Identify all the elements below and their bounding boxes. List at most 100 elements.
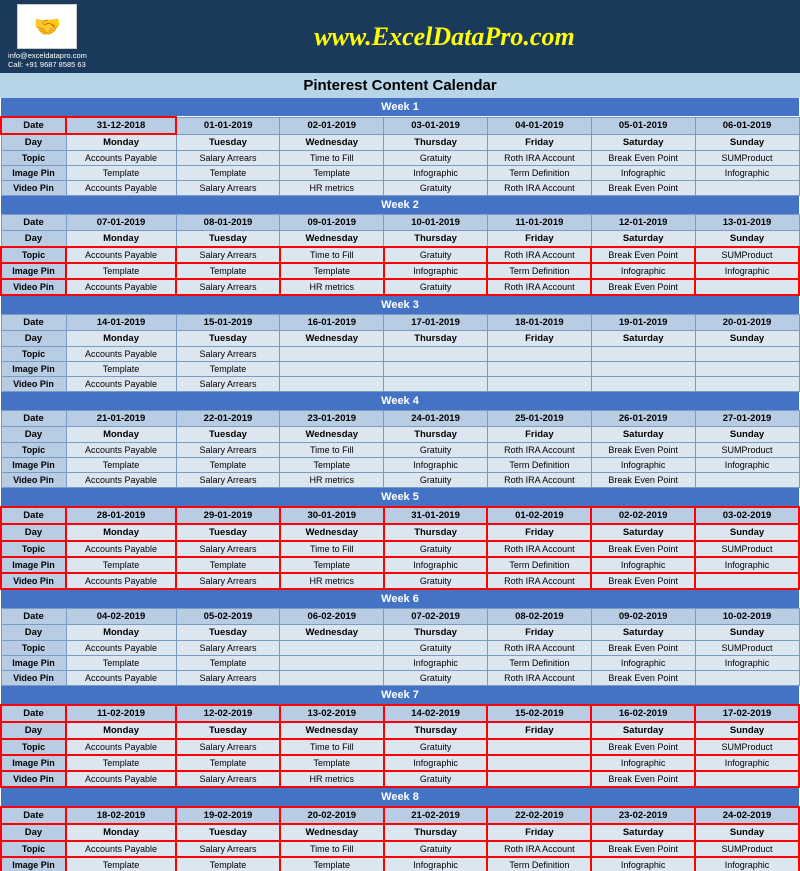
day-label: Day	[1, 331, 66, 347]
image-label: Image Pin	[1, 755, 66, 771]
video-cell: Break Even Point	[591, 473, 695, 488]
day-cell: Tuesday	[176, 625, 280, 641]
image-label: Image Pin	[1, 263, 66, 279]
site-url-link[interactable]: www.ExcelDataPro.com	[314, 22, 574, 51]
topic-cell: Time to Fill	[280, 739, 384, 755]
date-cell: 02-02-2019	[591, 507, 695, 524]
image-cell	[695, 362, 799, 377]
image-cell: Template	[66, 458, 176, 473]
topic-cell: SUMProduct	[695, 247, 799, 263]
image-cell: Template	[280, 458, 384, 473]
image-cell: Term Definition	[487, 263, 591, 279]
video-cell: HR metrics	[280, 473, 384, 488]
topic-label: Topic	[1, 641, 66, 656]
video-cell: Salary Arrears	[176, 771, 280, 787]
topic-cell: Break Even Point	[591, 151, 695, 166]
day-row: DayMondayTuesdayWednesdayThursdayFridayS…	[1, 722, 799, 739]
video-cell: Roth IRA Account	[487, 573, 591, 589]
day-label: Day	[1, 524, 66, 541]
day-cell: Thursday	[384, 722, 488, 739]
image-cell: Template	[280, 263, 384, 279]
date-cell: 28-01-2019	[66, 507, 176, 524]
topic-cell: Gratuity	[384, 641, 488, 656]
topic-cell	[591, 347, 695, 362]
date-cell: 12-01-2019	[591, 215, 695, 231]
day-label: Day	[1, 231, 66, 248]
day-row: DayMondayTuesdayWednesdayThursdayFridayS…	[1, 427, 799, 443]
image-cell	[280, 362, 384, 377]
date-cell: 10-01-2019	[384, 215, 488, 231]
day-cell: Saturday	[591, 427, 695, 443]
image-cell	[487, 362, 591, 377]
video-cell: Gratuity	[384, 181, 488, 196]
calendar-container: Week 1Date31-12-201801-01-201902-01-2019…	[0, 98, 800, 871]
video-row: Video PinAccounts PayableSalary ArrearsH…	[1, 181, 799, 196]
topic-cell: Accounts Payable	[66, 247, 176, 263]
date-cell: 25-01-2019	[487, 411, 591, 427]
image-cell: Infographic	[591, 755, 695, 771]
video-cell: Gratuity	[384, 771, 488, 787]
date-cell: 30-01-2019	[280, 507, 384, 524]
video-cell: Break Even Point	[591, 181, 695, 196]
image-cell: Infographic	[384, 857, 488, 871]
topic-label: Topic	[1, 443, 66, 458]
day-cell: Thursday	[384, 231, 488, 248]
topic-cell: Roth IRA Account	[487, 641, 591, 656]
image-cell: Term Definition	[487, 166, 591, 181]
day-cell: Tuesday	[176, 427, 280, 443]
date-cell: 22-01-2019	[176, 411, 280, 427]
date-label: Date	[1, 807, 66, 824]
image-cell: Infographic	[695, 857, 799, 871]
date-cell: 21-02-2019	[384, 807, 488, 824]
date-cell: 31-01-2019	[384, 507, 488, 524]
date-row: Date28-01-201929-01-201930-01-201931-01-…	[1, 507, 799, 524]
week-header: Week 8	[1, 787, 799, 807]
day-row: DayMondayTuesdayWednesdayThursdayFridayS…	[1, 231, 799, 248]
image-cell: Template	[280, 755, 384, 771]
topic-cell: Salary Arrears	[176, 151, 280, 166]
topic-cell: Roth IRA Account	[487, 541, 591, 557]
day-cell: Saturday	[591, 134, 695, 151]
date-cell: 04-01-2019	[487, 117, 591, 134]
topic-cell: Roth IRA Account	[487, 151, 591, 166]
topic-cell: Accounts Payable	[66, 443, 176, 458]
logo-area: 🤝 info@exceldatapro.com Call: +91 9687 8…	[8, 4, 87, 69]
image-cell: Template	[66, 263, 176, 279]
image-cell: Infographic	[384, 458, 488, 473]
topic-row: TopicAccounts PayableSalary ArrearsTime …	[1, 247, 799, 263]
topic-cell	[280, 641, 384, 656]
image-cell: Infographic	[384, 656, 488, 671]
image-label: Image Pin	[1, 857, 66, 871]
date-cell: 12-02-2019	[176, 705, 280, 722]
video-row: Video PinAccounts PayableSalary ArrearsH…	[1, 573, 799, 589]
date-cell: 11-01-2019	[487, 215, 591, 231]
date-cell: 14-01-2019	[66, 315, 176, 331]
topic-cell: Gratuity	[384, 443, 488, 458]
topic-cell: Accounts Payable	[66, 151, 176, 166]
image-cell: Infographic	[384, 755, 488, 771]
date-row: Date04-02-201905-02-201906-02-201907-02-…	[1, 609, 799, 625]
video-cell: Accounts Payable	[66, 473, 176, 488]
topic-cell: Salary Arrears	[176, 841, 280, 857]
day-cell: Monday	[66, 722, 176, 739]
week-header: Week 2	[1, 196, 799, 215]
video-cell: HR metrics	[280, 771, 384, 787]
video-cell: Accounts Payable	[66, 771, 176, 787]
video-cell: Break Even Point	[591, 671, 695, 686]
topic-cell: Salary Arrears	[176, 443, 280, 458]
image-cell: Infographic	[591, 263, 695, 279]
video-cell	[695, 181, 799, 196]
video-cell	[695, 671, 799, 686]
image-label: Image Pin	[1, 656, 66, 671]
date-cell: 06-02-2019	[280, 609, 384, 625]
topic-cell: Roth IRA Account	[487, 247, 591, 263]
date-cell: 24-01-2019	[384, 411, 488, 427]
calendar-title: Pinterest Content Calendar	[0, 73, 800, 98]
logo-box: 🤝	[17, 4, 77, 49]
image-cell	[591, 362, 695, 377]
day-cell: Thursday	[384, 331, 488, 347]
image-row: Image PinTemplateTemplate	[1, 362, 799, 377]
date-cell: 05-02-2019	[176, 609, 280, 625]
date-cell: 11-02-2019	[66, 705, 176, 722]
date-cell: 15-01-2019	[176, 315, 280, 331]
